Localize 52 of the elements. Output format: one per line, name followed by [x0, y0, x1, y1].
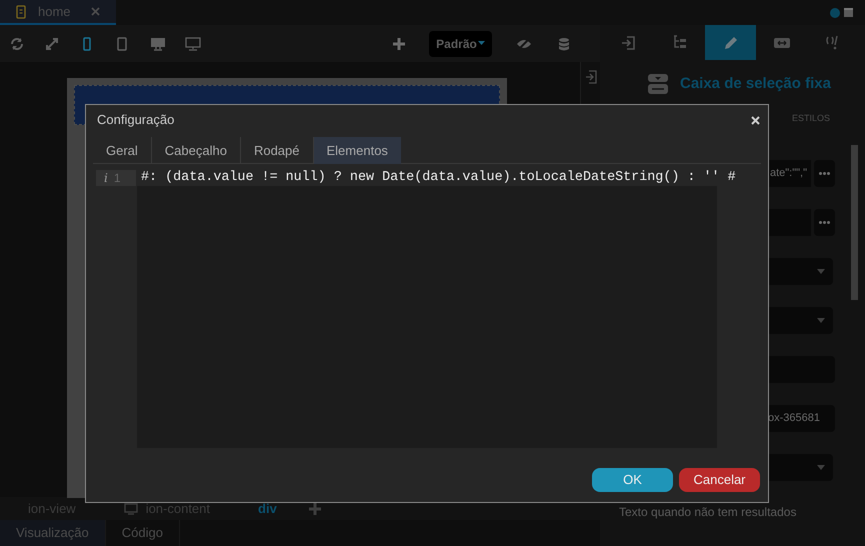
monitor-icon: [124, 502, 138, 514]
mode-dropdown[interactable]: Padrão: [429, 30, 492, 56]
database-icon[interactable]: [558, 36, 572, 50]
pencil-icon: [722, 34, 738, 50]
import-icon[interactable]: [584, 70, 596, 84]
refresh-icon[interactable]: [10, 36, 24, 50]
styles-tab[interactable]: ESTILOS: [792, 109, 830, 129]
info-marker: i: [104, 170, 108, 187]
dots-icon: [819, 221, 830, 224]
import-icon: [620, 34, 636, 50]
document-icon: [16, 4, 26, 18]
side-tab[interactable]: [705, 25, 756, 60]
dialog-tab[interactable]: Geral: [93, 137, 152, 164]
more-button[interactable]: [814, 209, 835, 236]
panel-title: Caixa de seleção fixa: [680, 74, 831, 94]
tablet-icon[interactable]: [115, 36, 129, 50]
input-field[interactable]: ate":"",": [766, 160, 811, 187]
plus-icon[interactable]: [393, 38, 405, 50]
caret-icon: [817, 269, 825, 274]
input-field[interactable]: [766, 209, 811, 236]
bottom-tab[interactable]: Visualização: [0, 520, 106, 546]
breadcrumb-item[interactable]: div: [242, 497, 293, 520]
input-field[interactable]: ox-365681: [766, 405, 835, 432]
window-icon[interactable]: [844, 8, 853, 17]
scrollbar[interactable]: [851, 145, 858, 300]
tree-icon: [672, 34, 688, 50]
close-icon: [750, 116, 760, 124]
dialog-tab[interactable]: Cabeçalho: [152, 137, 241, 164]
caret-icon: [478, 41, 485, 46]
close-button[interactable]: [749, 114, 761, 126]
select-box-icon: [648, 74, 668, 94]
input-field[interactable]: [766, 356, 835, 383]
eye-slash-icon[interactable]: [516, 38, 532, 50]
desktop-icon[interactable]: [150, 36, 166, 50]
dialog-title: Configuração: [97, 111, 174, 130]
close-icon[interactable]: [91, 7, 100, 16]
hint-text: Texto quando não tem resultados: [619, 504, 796, 521]
select-field[interactable]: [766, 307, 833, 334]
select-field[interactable]: [766, 258, 833, 285]
caret-icon: [817, 465, 825, 470]
plus-icon[interactable]: [308, 502, 321, 514]
cancel-button[interactable]: Cancelar: [679, 468, 760, 492]
ok-button[interactable]: OK: [592, 468, 673, 492]
more-button[interactable]: [814, 160, 835, 187]
dialog-tab[interactable]: Elementos: [314, 137, 401, 164]
select-field[interactable]: [766, 454, 833, 481]
dots-icon: [819, 172, 830, 175]
code-line: #: (data.value != null) ? new Date(data.value).toLocaleDateString() : '' #: [141, 168, 736, 187]
caret-icon: [817, 318, 825, 323]
code-icon: [824, 34, 840, 50]
expand-icon[interactable]: [45, 36, 59, 50]
monitor-icon[interactable]: [185, 36, 201, 50]
